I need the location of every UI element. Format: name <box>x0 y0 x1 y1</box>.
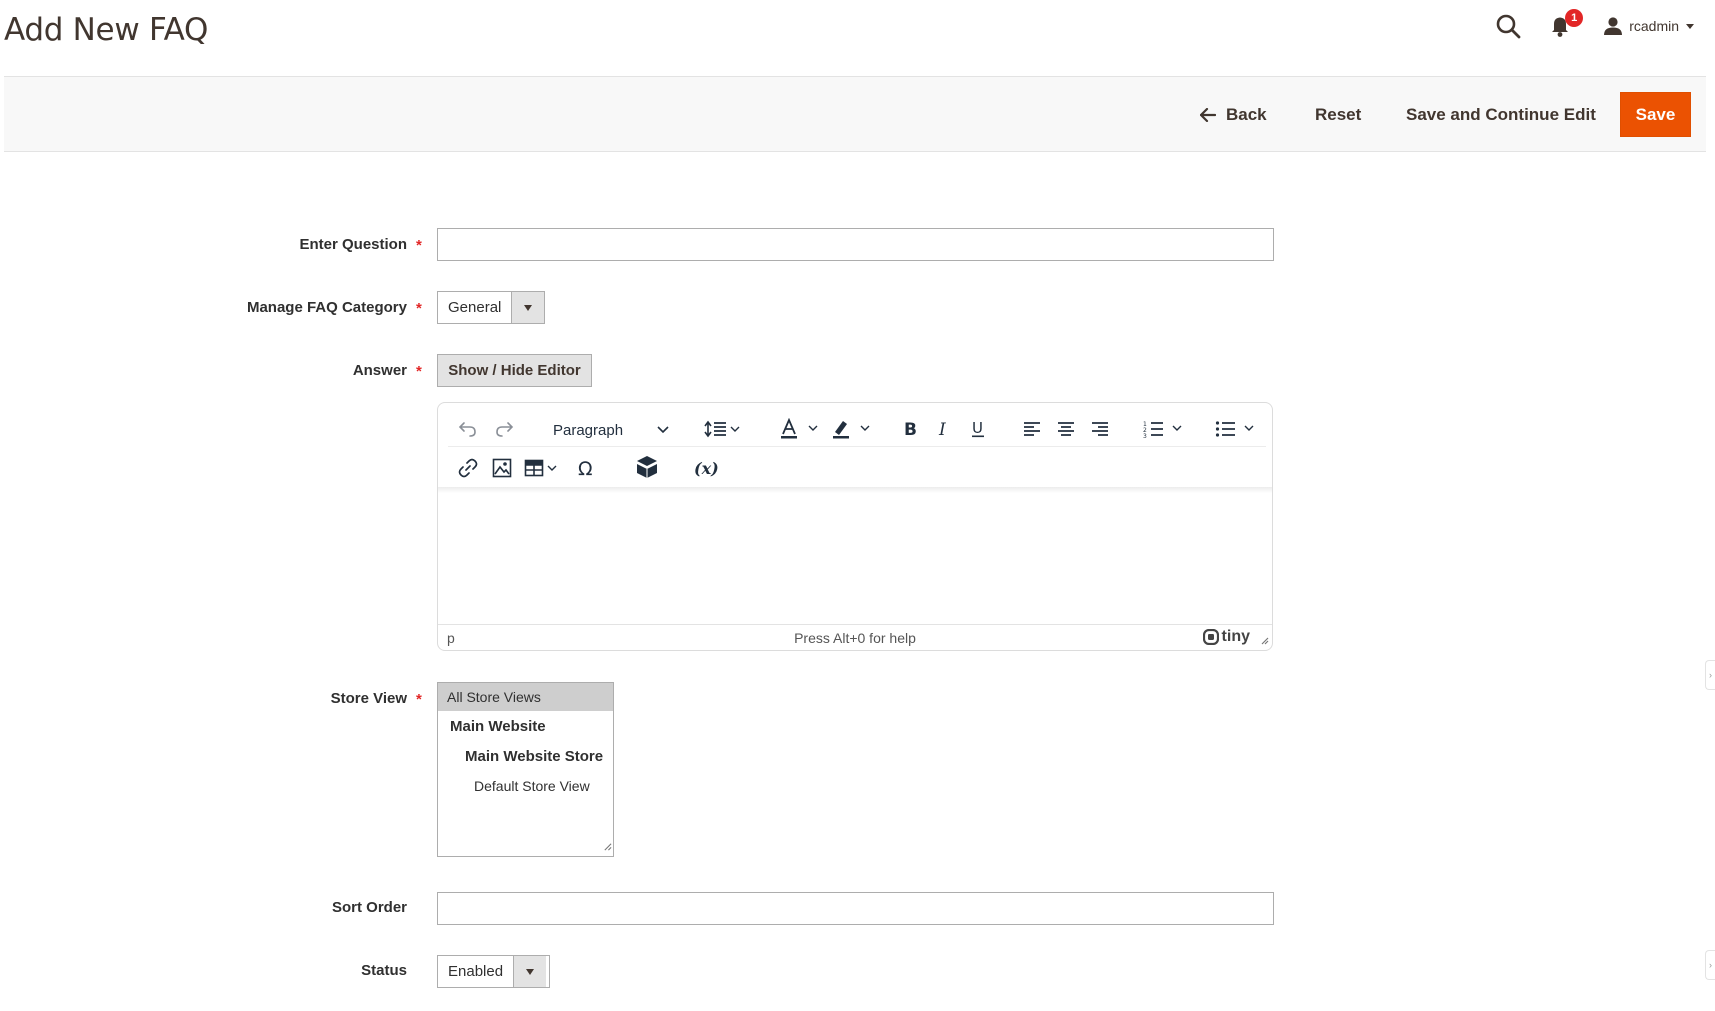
svg-text:U: U <box>972 419 983 437</box>
block-format-value: Paragraph <box>553 421 624 439</box>
search-button[interactable] <box>1493 11 1523 41</box>
category-select[interactable]: General <box>437 291 545 324</box>
align-right-icon[interactable] <box>1088 417 1112 441</box>
answer-label: Answer <box>352 362 407 379</box>
editor-help-text: Press Alt+0 for help <box>794 630 916 646</box>
tiny-logo-icon <box>1202 629 1219 645</box>
required-marker: * <box>416 691 422 708</box>
svg-text:Ω: Ω <box>578 458 593 478</box>
status-label: Status <box>361 962 407 979</box>
search-icon <box>1496 14 1521 39</box>
line-height-icon[interactable] <box>704 417 744 441</box>
svg-text:B: B <box>904 420 917 438</box>
question-label: Enter Question <box>299 236 407 253</box>
italic-icon[interactable]: I <box>932 417 956 441</box>
undo-icon[interactable] <box>456 417 480 441</box>
arrow-left-icon <box>1200 108 1216 122</box>
page-actions-bar: Back Reset Save and Continue Edit Save <box>4 76 1706 152</box>
wysiwyg-editor: Paragraph B I U 123 Ω (x) p Press Alt+0 … <box>437 402 1273 651</box>
chevron-right-icon: › <box>1709 670 1712 680</box>
link-icon[interactable] <box>456 456 480 480</box>
table-icon[interactable] <box>524 456 564 480</box>
store-optgroup-website: Main Website <box>450 717 546 735</box>
svg-text:(x): (x) <box>694 459 719 478</box>
image-icon[interactable] <box>490 456 514 480</box>
page-title: Add New FAQ <box>4 12 209 48</box>
sort-order-label: Sort Order <box>331 899 407 916</box>
store-option-default[interactable]: Default Store View <box>438 771 613 800</box>
resize-handle-icon[interactable] <box>603 838 612 855</box>
status-select[interactable]: Enabled <box>437 955 550 988</box>
user-menu[interactable]: rcadmin <box>1603 16 1695 36</box>
insert-widget-icon[interactable] <box>634 455 660 479</box>
sort-order-input[interactable] <box>437 892 1274 925</box>
dropdown-arrow-icon <box>513 956 547 987</box>
insert-variable-icon[interactable]: (x) <box>692 456 722 480</box>
required-marker: * <box>416 237 422 254</box>
side-panel-toggle[interactable]: › <box>1705 660 1715 690</box>
special-character-icon[interactable]: Ω <box>575 456 599 480</box>
save-button[interactable]: Save <box>1620 92 1691 137</box>
caret-down-icon <box>1686 24 1694 29</box>
admin-header-actions: 1 rcadmin <box>1493 9 1695 41</box>
align-center-icon[interactable] <box>1054 417 1078 441</box>
block-format-select[interactable]: Paragraph <box>545 416 675 444</box>
bold-icon[interactable]: B <box>898 417 922 441</box>
category-selected-value: General <box>448 299 502 316</box>
notifications-button[interactable]: 1 <box>1547 9 1584 41</box>
editor-status-bar: p Press Alt+0 for help tiny <box>438 624 1272 650</box>
question-input[interactable] <box>437 228 1274 261</box>
store-view-multiselect[interactable]: All Store Views Main Website Main Websit… <box>437 682 614 857</box>
store-optgroup-store: Main Website Store <box>465 747 604 765</box>
category-label: Manage FAQ Category <box>246 299 407 316</box>
notification-count-badge: 1 <box>1565 9 1584 27</box>
resize-handle-icon[interactable] <box>1259 632 1269 648</box>
svg-text:I: I <box>938 420 946 438</box>
redo-icon[interactable] <box>492 417 516 441</box>
user-icon <box>1604 17 1623 35</box>
required-marker: * <box>416 363 422 380</box>
align-left-icon[interactable] <box>1020 417 1044 441</box>
side-panel-toggle[interactable]: › <box>1705 950 1715 980</box>
dropdown-arrow-icon <box>511 292 544 323</box>
show-hide-editor-button[interactable]: Show / Hide Editor <box>437 354 592 387</box>
back-button[interactable]: Back <box>1200 77 1267 153</box>
username: rcadmin <box>1629 18 1679 34</box>
text-color-icon[interactable] <box>779 417 823 441</box>
status-selected-value: Enabled <box>448 963 504 980</box>
underline-icon[interactable]: U <box>966 417 990 441</box>
tiny-brand-link[interactable]: tiny <box>1202 628 1250 646</box>
required-marker: * <box>416 300 422 317</box>
reset-button[interactable]: Reset <box>1315 77 1361 153</box>
chevron-right-icon: › <box>1709 960 1712 970</box>
store-view-label: Store View <box>330 690 407 707</box>
back-label: Back <box>1226 105 1267 124</box>
highlight-color-icon[interactable] <box>831 417 875 441</box>
tiny-brand-text: tiny <box>1221 628 1250 645</box>
store-option-all[interactable]: All Store Views <box>438 683 613 711</box>
save-and-continue-button[interactable]: Save and Continue Edit <box>1406 77 1596 153</box>
editor-content-area[interactable] <box>438 493 1272 625</box>
svg-text:3: 3 <box>1143 433 1147 438</box>
bullet-list-icon[interactable] <box>1215 417 1259 441</box>
chevron-down-icon <box>657 426 669 434</box>
numbered-list-icon[interactable]: 123 <box>1143 417 1187 441</box>
